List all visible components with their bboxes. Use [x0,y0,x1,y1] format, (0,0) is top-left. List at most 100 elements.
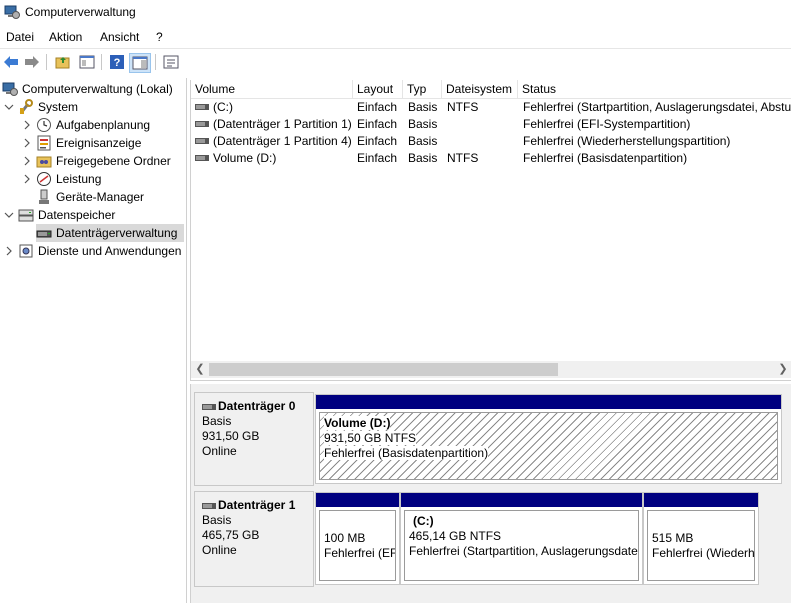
back-button[interactable] [1,53,21,71]
volume-icon [195,104,209,110]
disk-type: Basis [202,513,232,527]
folder-up-icon [55,57,70,69]
menu-ansicht[interactable]: Ansicht [100,30,139,44]
storage-icon [18,209,34,222]
cell-status: Fehlerfrei (Basisdatenpartition) [523,151,688,165]
column-header-status[interactable]: Status [518,80,791,98]
disk-1-label[interactable]: Datenträger 1 Basis 465,75 GB Online [194,491,314,587]
tree-item-label: Geräte-Manager [56,190,145,204]
window-title: Computerverwaltung [25,5,136,19]
shared-folder-icon [36,156,52,168]
tree-item-root[interactable]: Computerverwaltung (Lokal) [2,80,173,98]
disk-graphical-view: Datenträger 0 Basis 931,50 GB Online Vol… [190,384,791,603]
disk-size: 931,50 GB [202,429,260,443]
partition-size: 931,50 GB NTFS [324,431,417,445]
partition-bar [644,493,758,507]
cell-dateisystem [447,116,518,133]
scroll-left-icon[interactable]: ❮ [193,363,207,376]
tree-item-system[interactable]: System [4,98,78,116]
tree-item-datentraegerverwaltung[interactable]: Datenträgerverwaltung [36,224,184,242]
scrollbar-thumb[interactable] [209,363,558,376]
title-bar: Computerverwaltung [0,0,791,24]
column-header-dateisystem[interactable]: Dateisystem [442,80,518,98]
partition-size: 100 MB [324,531,366,545]
show-hide-tree-button[interactable] [77,53,97,71]
forward-button[interactable] [22,53,42,71]
disk-icon [202,403,216,410]
column-header-layout[interactable]: Layout [353,80,403,98]
up-folder-button[interactable] [53,53,73,71]
table-row[interactable]: (Datenträger 1 Partition 4) Einfach Basi… [191,133,791,150]
table-row[interactable]: (Datenträger 1 Partition 1) Einfach Basi… [191,116,791,133]
cell-status: Fehlerfrei (Wiederherstellungspartition) [523,134,731,148]
toolbar-separator [46,54,47,70]
help-button[interactable]: ? [107,53,127,71]
partition-status: Fehlerfrei (EF [324,546,396,560]
partition-size: 465,14 GB NTFS [409,529,502,543]
partition-d[interactable]: Volume (D:) 931,50 GB NTFS Fehlerfrei (B… [315,394,782,484]
arrow-left-icon [4,56,18,68]
chevron-down-icon[interactable] [4,210,14,220]
tree-item-freigegebene-ordner[interactable]: Freigegebene Ordner [22,152,171,170]
tree-item-geraete-manager[interactable]: Geräte-Manager [36,188,144,206]
partition-content: 515 MB Fehlerfrei (Wiederh [647,510,755,581]
partition-status: Fehlerfrei (Startpartition, Auslagerungs… [409,544,638,558]
menu-datei[interactable]: Datei [6,30,34,44]
partition-efi[interactable]: 100 MB Fehlerfrei (EF [315,492,400,585]
partition-recovery[interactable]: 515 MB Fehlerfrei (Wiederh [643,492,759,585]
tree-item-label: Computerverwaltung (Lokal) [22,82,173,96]
action-pane-button[interactable] [129,53,151,73]
cell-status: Fehlerfrei (Startpartition, Auslagerungs… [523,100,791,114]
tree-item-leistung[interactable]: Leistung [22,170,101,188]
tree-item-datenspeicher[interactable]: Datenspeicher [4,206,115,224]
cell-dateisystem [447,133,518,150]
tree-item-ereignisanzeige[interactable]: Ereignisanzeige [22,134,141,152]
computer-management-icon [4,5,20,19]
chevron-right-icon[interactable] [22,174,32,184]
chevron-right-icon[interactable] [4,246,14,256]
cell-typ: Basis [408,100,438,114]
table-row[interactable]: Volume (D:) Einfach Basis NTFS Fehlerfre… [191,150,791,167]
disk-type: Basis [202,414,232,428]
tree-item-label: Dienste und Anwendungen [38,244,182,258]
properties-icon [163,55,179,69]
chevron-down-icon[interactable] [4,102,14,112]
chevron-right-icon[interactable] [22,156,32,166]
partition-c[interactable]: (C:) 465,14 GB NTFS Fehlerfrei (Startpar… [400,492,643,585]
table-row[interactable]: (C:) Einfach Basis NTFS Fehlerfrei (Star… [191,99,791,116]
horizontal-scrollbar[interactable]: ❮ ❯ [191,361,791,378]
chevron-right-icon[interactable] [22,120,32,130]
cell-dateisystem: NTFS [447,151,479,165]
computer-management-icon [2,82,18,96]
cell-typ: Basis [408,151,438,165]
cell-layout: Einfach [357,151,398,165]
properties-button[interactable] [161,53,181,71]
tree-item-aufgabenplanung[interactable]: Aufgabenplanung [22,116,150,134]
menu-help[interactable]: ? [156,30,163,44]
column-header-typ[interactable]: Typ [403,80,442,98]
disk-0-label[interactable]: Datenträger 0 Basis 931,50 GB Online [194,392,314,486]
disk-status: Online [202,543,237,557]
tree-item-dienste[interactable]: Dienste und Anwendungen [4,242,181,260]
partition-content: 100 MB Fehlerfrei (EF [319,510,396,581]
toolbar-separator [155,54,156,70]
partition-bar [316,395,781,409]
toolbar-separator [101,54,102,70]
action-pane-icon [132,56,148,70]
partition-title: (C:) [413,514,434,528]
cell-dateisystem: NTFS [447,100,479,114]
cell-volume: Volume (D:) [213,151,277,165]
column-header-volume[interactable]: Volume [191,80,353,98]
svg-text:?: ? [114,57,121,69]
menu-aktion[interactable]: Aktion [49,30,82,44]
volume-icon [195,155,209,161]
partition-bar [316,493,399,507]
event-viewer-icon [37,135,51,151]
disk-name: Datenträger 0 [218,399,296,413]
tree-item-label: Leistung [56,172,102,186]
performance-icon [37,172,51,186]
scroll-right-icon[interactable]: ❯ [776,363,790,376]
chevron-right-icon[interactable] [22,138,32,148]
disk-size: 465,75 GB [202,528,260,542]
toolbar: ? [0,48,791,75]
